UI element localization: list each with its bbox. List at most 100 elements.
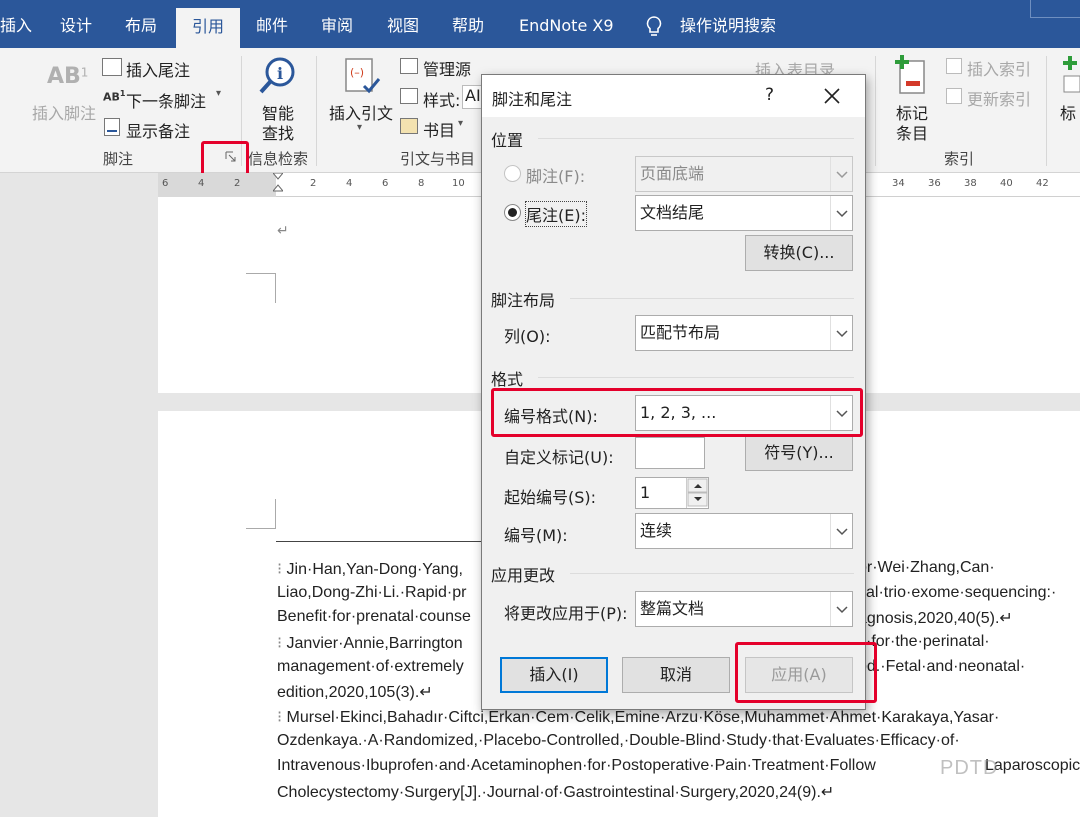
style-icon [400, 88, 418, 104]
citation-group-label: 引文与书目 [400, 150, 476, 168]
show-notes-icon [104, 118, 120, 136]
bibliography-button[interactable]: 书目 [423, 117, 455, 141]
chevron-down-icon [830, 316, 852, 350]
endnote-line[interactable]: edition,2020,105(3).↵ [277, 682, 433, 702]
tab-review[interactable]: 审阅 [321, 0, 353, 48]
tab-endnote[interactable]: EndNote X9 [519, 0, 614, 48]
update-index-icon [946, 88, 962, 104]
tab-view[interactable]: 视图 [387, 0, 419, 48]
insert-footnote-button[interactable]: 插入脚注 [32, 100, 96, 124]
apply-to-label: 将更改应用于(P): [504, 604, 628, 623]
endnote-line[interactable]: Ozdenkaya.·A·Randomized,·Placebo-Control… [277, 732, 960, 750]
start-at-spinner[interactable] [686, 478, 708, 508]
mark-citation-button[interactable]: 标 [1060, 100, 1076, 124]
smart-lookup-icon: i [259, 57, 295, 94]
ribbon-tab-bar: 插入 设计 布局 引用 邮件 审阅 视图 帮助 EndNote X9 操作说明搜… [0, 0, 1080, 56]
bibliography-dropdown-icon[interactable]: ▾ [458, 118, 463, 129]
insert-citation-icon: (–) [345, 58, 381, 94]
tab-insert[interactable]: 插入 [0, 0, 32, 48]
section-divider [538, 377, 854, 378]
ruler-margin [158, 173, 276, 197]
cancel-button[interactable]: 取消 [622, 657, 730, 693]
insert-index-icon [946, 58, 962, 74]
margin-corner-mark [246, 273, 276, 303]
watermark: PDTD [940, 757, 999, 779]
mark-entry-button-line2[interactable]: 条目 [896, 120, 928, 144]
style-label: 样式: [423, 91, 461, 110]
numbering-select[interactable]: 连续 [635, 513, 853, 549]
next-footnote-dropdown-icon[interactable]: ▾ [216, 88, 221, 99]
endnote-separator [276, 541, 486, 542]
ruler-tick: 38 [964, 178, 977, 189]
endnote-radio[interactable] [504, 204, 521, 221]
format-section-heading: 格式 [491, 370, 524, 389]
insert-citation-button[interactable]: 插入引文 [329, 100, 393, 124]
endnote-line[interactable]: management·of·extremely [277, 658, 464, 676]
spinner-arrows-icon[interactable] [687, 478, 709, 508]
symbol-button[interactable]: 符号(Y)... [745, 435, 853, 471]
ribbon-separator [875, 56, 876, 166]
ruler-tick: 4 [346, 178, 353, 189]
apply-button-highlight [735, 642, 877, 703]
custom-mark-input[interactable] [635, 437, 705, 469]
research-group-label: 信息检索 [248, 150, 309, 168]
ruler-tick: 34 [892, 178, 905, 189]
smart-lookup-button-line2[interactable]: 查找 [262, 120, 294, 144]
tab-layout[interactable]: 布局 [125, 0, 157, 48]
tab-design[interactable]: 设计 [60, 0, 92, 48]
next-footnote-icon: AB1 [103, 89, 126, 104]
columns-label: 列(O): [504, 327, 551, 346]
endnote-line[interactable]: ⁝ Jin·Han,Yan-Dong·Yang, [277, 559, 463, 579]
endnote-line-right[interactable]: or·Wei·Zhang,Can· [858, 559, 995, 577]
update-index-button[interactable]: 更新索引 [967, 86, 1031, 110]
endnote-line[interactable]: Liao,Dong-Zhi·Li.·Rapid·pr [277, 584, 466, 602]
insert-index-button[interactable]: 插入索引 [967, 56, 1031, 80]
insert-endnote-icon [102, 58, 122, 76]
insert-endnote-button[interactable]: 插入尾注 [126, 57, 190, 81]
apply-section-heading: 应用更改 [491, 566, 556, 585]
endnote-line[interactable]: Intravenous·Ibuprofen·and·Acetaminophen·… [277, 757, 876, 775]
convert-button[interactable]: 转换(C)... [745, 235, 853, 271]
footnote-position-select[interactable]: 页面底端 [635, 156, 853, 192]
layout-section-heading: 脚注布局 [491, 291, 556, 310]
dialog-title: 脚注和尾注 [492, 90, 573, 109]
captions-icon [867, 56, 881, 92]
insert-button[interactable]: 插入(I) [500, 657, 608, 693]
footnote-radio[interactable] [504, 165, 521, 182]
number-format-highlight [491, 388, 863, 437]
dialog-titlebar[interactable]: 脚注和尾注 ? [482, 75, 865, 117]
endnote-line-right[interactable]: od.·Fetal·and·neonatal· [858, 658, 1025, 676]
endnote-line-right[interactable]: s·for·the·perinatal· [858, 633, 990, 651]
manage-sources-icon [400, 58, 418, 74]
endnote-line[interactable]: Benefit·for·prenatal·counse [277, 608, 471, 626]
tab-help[interactable]: 帮助 [452, 0, 484, 48]
next-footnote-button[interactable]: 下一条脚注 [126, 88, 206, 112]
section-divider [570, 298, 854, 299]
endnote-line-right[interactable]: agnosis,2020,40(5).↵ [858, 608, 1013, 628]
show-notes-button[interactable]: 显示备注 [126, 118, 190, 142]
chevron-down-icon [830, 196, 852, 230]
mark-entry-icon [895, 55, 925, 94]
columns-select[interactable]: 匹配节布局 [635, 315, 853, 351]
margin-corner-mark [246, 499, 276, 529]
window-control-area [1030, 0, 1080, 18]
indent-marker-icon[interactable] [271, 172, 285, 192]
ribbon-separator [1046, 56, 1047, 166]
endnote-position-select[interactable]: 文档结尾 [635, 195, 853, 231]
endnote-line[interactable]: Cholecystectomy·Surgery[J].·Journal·of·G… [277, 782, 834, 802]
close-icon[interactable] [820, 84, 844, 108]
apply-to-select[interactable]: 整篇文档 [635, 591, 853, 627]
endnote-line-right[interactable]: Laparoscopic· [985, 757, 1080, 775]
help-button[interactable]: ? [765, 85, 774, 105]
endnote-line[interactable]: ⁝ Mursel·Ekinci,Bahadır·Ciftci,Erkan·Cem… [277, 707, 999, 727]
insert-citation-dropdown-icon[interactable]: ▾ [357, 122, 362, 133]
tab-mailings[interactable]: 邮件 [256, 0, 288, 48]
endnote-line-right[interactable]: cal·trio·exome·sequencing:· [858, 584, 1056, 602]
bibliography-icon [400, 118, 418, 134]
lightbulb-icon [646, 16, 662, 36]
ruler-tick: 40 [1000, 178, 1013, 189]
tell-me-search[interactable]: 操作说明搜索 [680, 0, 776, 48]
footnote-label: 脚注(F): [526, 167, 586, 186]
manage-sources-button[interactable]: 管理源 [423, 56, 471, 80]
endnote-line[interactable]: ⁝ Janvier·Annie,Barrington [277, 633, 463, 653]
